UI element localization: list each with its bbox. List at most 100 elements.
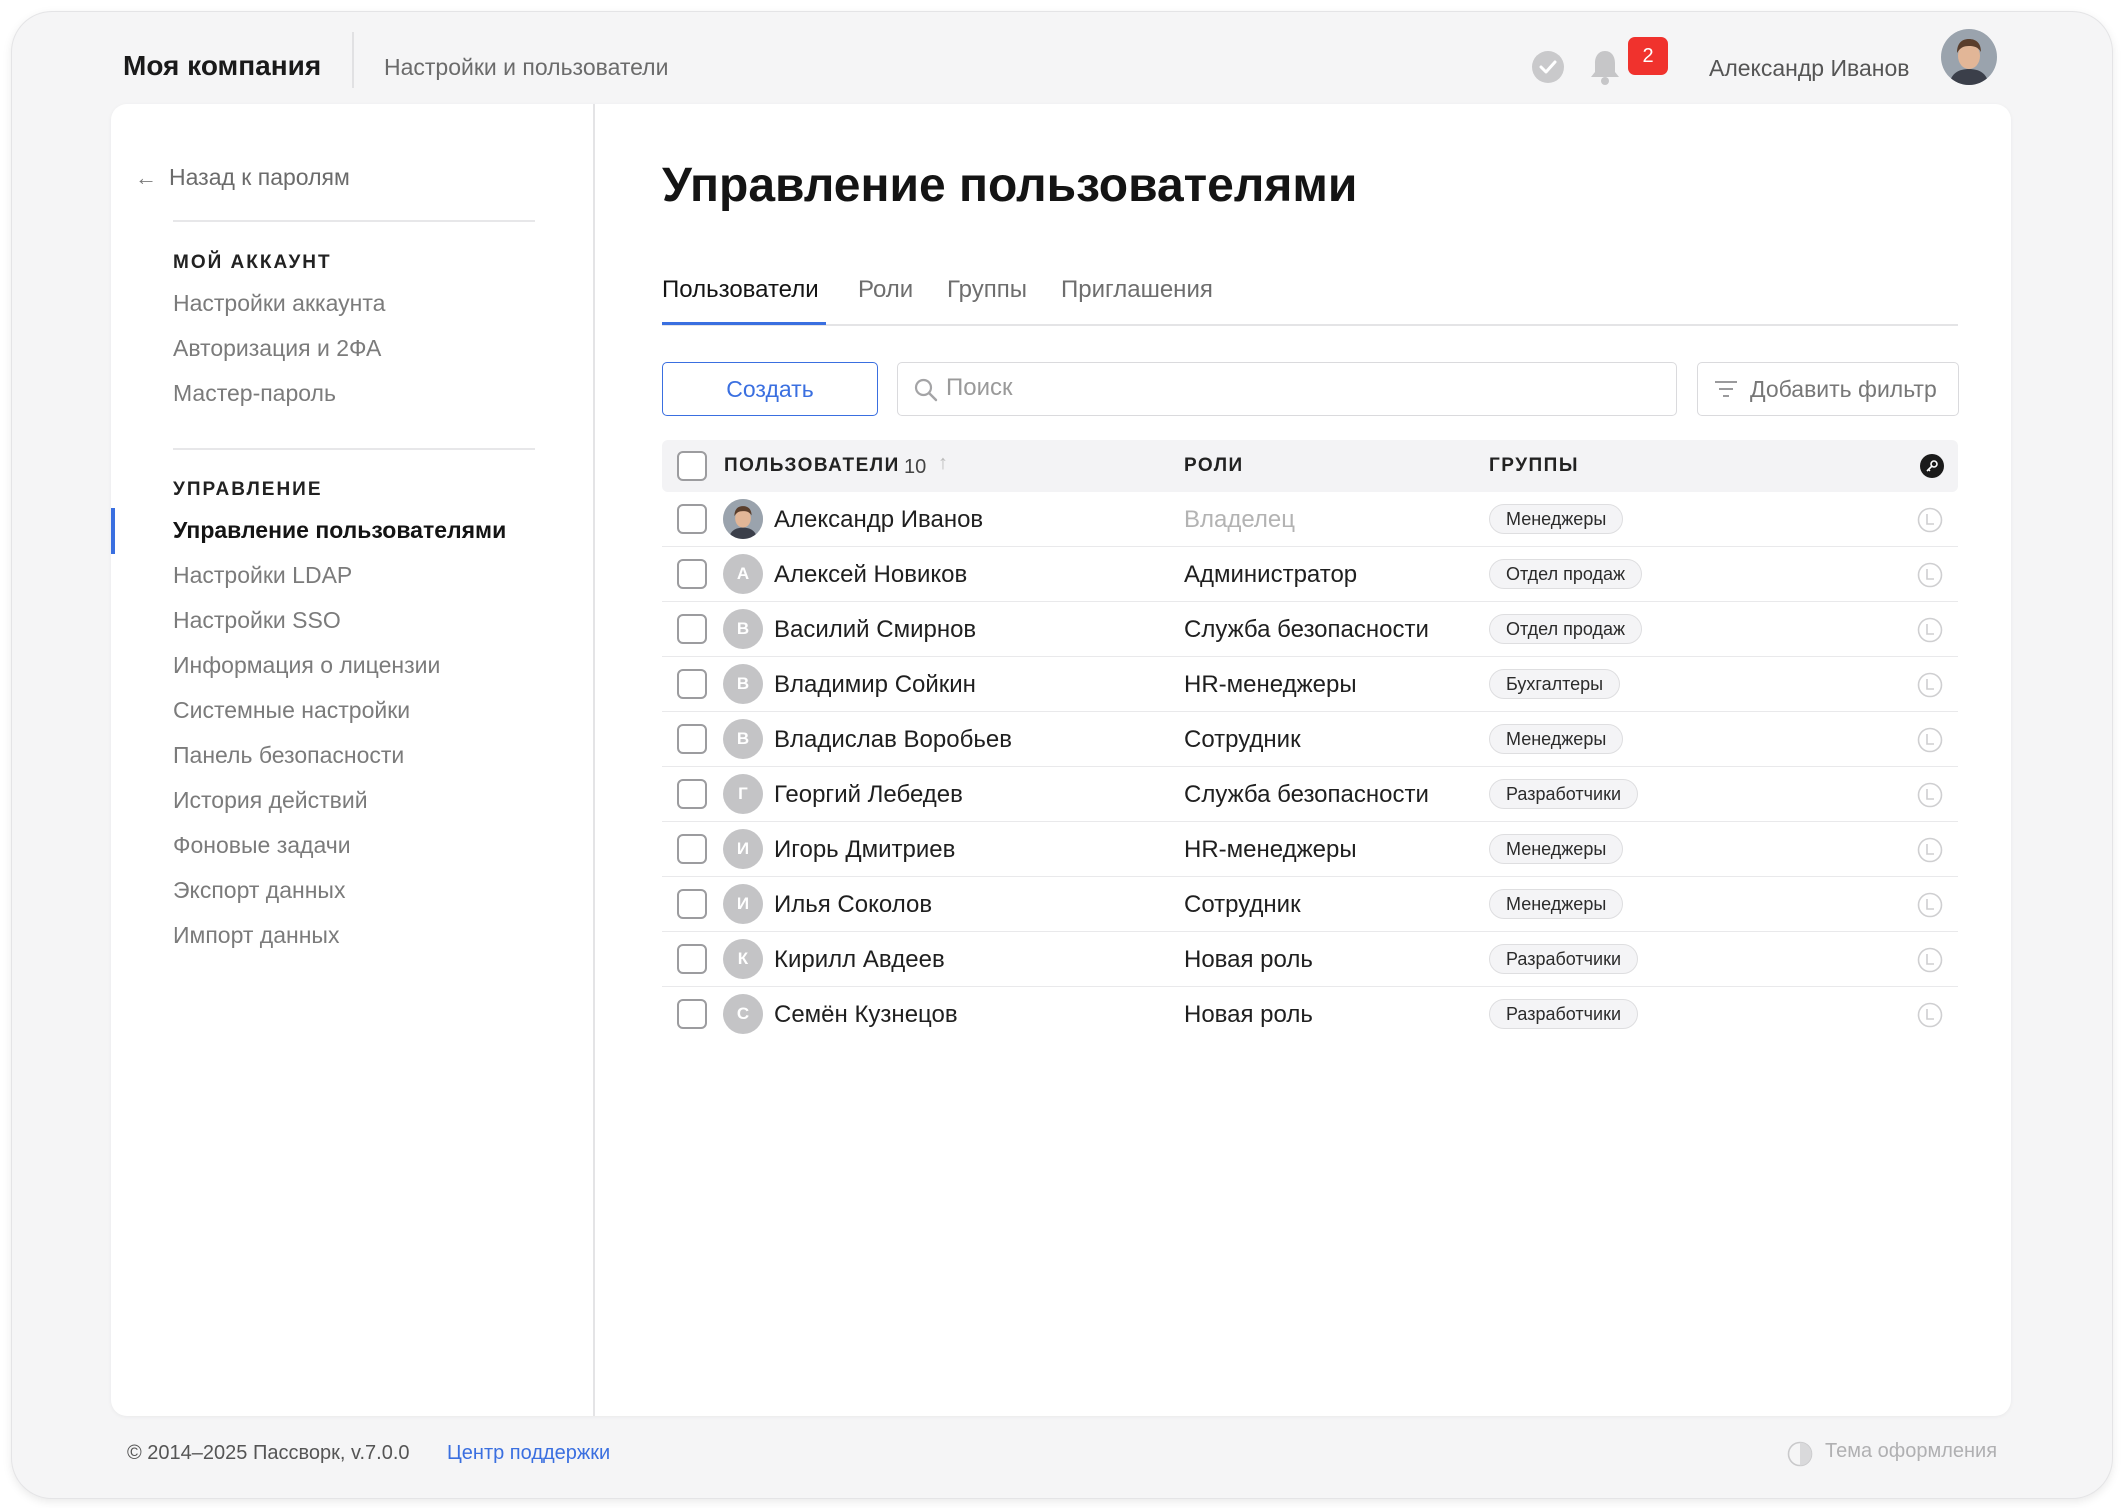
clock-icon[interactable]: [1917, 892, 1943, 918]
user-name[interactable]: Василий Смирнов: [774, 616, 976, 644]
clock-icon[interactable]: [1917, 782, 1943, 808]
row-checkbox[interactable]: [677, 834, 707, 864]
clock-icon[interactable]: [1917, 837, 1943, 863]
app-window: Моя компания Настройки и пользователи 2 …: [12, 12, 2112, 1498]
user-role: Сотрудник: [1184, 891, 1301, 918]
sidebar-item-license[interactable]: Информация о лицензии: [173, 652, 440, 679]
user-name[interactable]: Кирилл Авдеев: [774, 946, 945, 974]
footer-copyright: © 2014–2025 Пассворк, v.7.0.0: [127, 1442, 410, 1464]
row-checkbox[interactable]: [677, 999, 707, 1029]
clock-icon[interactable]: [1917, 507, 1943, 533]
user-name[interactable]: Владислав Воробьев: [774, 726, 1012, 754]
user-role: Новая роль: [1184, 946, 1313, 973]
avatar: В: [723, 609, 763, 649]
table-row[interactable]: И Илья Соколов Сотрудник Менеджеры: [662, 877, 1958, 932]
table-row[interactable]: К Кирилл Авдеев Новая роль Разработчики: [662, 932, 1958, 987]
group-badge: Менеджеры: [1489, 504, 1624, 534]
tabs: Пользователи Роли Группы Приглашения: [662, 270, 1958, 326]
table-row[interactable]: С Семён Кузнецов Новая роль Разработчики: [662, 987, 1958, 1042]
breadcrumb: Настройки и пользователи: [384, 54, 669, 80]
user-name[interactable]: Илья Соколов: [774, 891, 932, 919]
sidebar-item-data-export[interactable]: Экспорт данных: [173, 877, 345, 904]
tab-roles[interactable]: Роли: [858, 276, 913, 304]
table-row[interactable]: А Алексей Новиков Администратор Отдел пр…: [662, 547, 1958, 602]
back-link[interactable]: ← Назад к паролям: [135, 164, 350, 191]
row-checkbox[interactable]: [677, 669, 707, 699]
sidebar-item-auth-2fa[interactable]: Авторизация и 2ФА: [173, 335, 381, 362]
sidebar-item-ldap[interactable]: Настройки LDAP: [173, 562, 352, 589]
support-link[interactable]: Центр поддержки: [447, 1442, 610, 1465]
sidebar-item-sso[interactable]: Настройки SSO: [173, 607, 341, 634]
table-row[interactable]: Александр Иванов Владелец Менеджеры: [662, 492, 1958, 547]
company-name[interactable]: Моя компания: [123, 50, 321, 82]
sidebar-item-security-panel[interactable]: Панель безопасности: [173, 742, 404, 769]
sidebar-item-system-settings[interactable]: Системные настройки: [173, 697, 410, 724]
user-name[interactable]: Александр Иванов: [1709, 55, 1909, 82]
clock-icon[interactable]: [1917, 1002, 1943, 1028]
add-filter-label: Добавить фильтр: [1750, 376, 1937, 402]
group-badge: Разработчики: [1489, 944, 1639, 974]
create-button[interactable]: Создать: [662, 362, 878, 416]
page-title: Управление пользователями: [662, 159, 1358, 212]
clock-icon[interactable]: [1917, 672, 1943, 698]
group-badge: Разработчики: [1489, 999, 1639, 1029]
sort-arrow-icon[interactable]: ↑: [938, 452, 948, 475]
tab-underline: [662, 322, 826, 325]
row-checkbox[interactable]: [677, 889, 707, 919]
user-name[interactable]: Семён Кузнецов: [774, 1001, 958, 1029]
table-row[interactable]: Г Георгий Лебедев Служба безопасности Ра…: [662, 767, 1958, 822]
row-checkbox[interactable]: [677, 779, 707, 809]
add-filter-button[interactable]: Добавить фильтр: [1697, 362, 1959, 416]
sidebar-divider: [173, 448, 535, 450]
user-name[interactable]: Георгий Лебедев: [774, 781, 963, 809]
search-input[interactable]: [946, 363, 1646, 413]
user-name[interactable]: Игорь Дмитриев: [774, 836, 955, 864]
user-role: Служба безопасности: [1184, 781, 1429, 808]
clock-icon[interactable]: [1917, 727, 1943, 753]
row-checkbox[interactable]: [677, 614, 707, 644]
user-name[interactable]: Александр Иванов: [774, 506, 983, 534]
user-name[interactable]: Владимир Сойкин: [774, 671, 976, 699]
sidebar-item-account-settings[interactable]: Настройки аккаунта: [173, 290, 385, 317]
table-row[interactable]: И Игорь Дмитриев HR-менеджеры Менеджеры: [662, 822, 1958, 877]
table-row[interactable]: В Владимир Сойкин HR-менеджеры Бухгалтер…: [662, 657, 1958, 712]
user-name[interactable]: Алексей Новиков: [774, 561, 967, 589]
key-icon[interactable]: [1920, 454, 1944, 478]
table-row[interactable]: В Василий Смирнов Служба безопасности От…: [662, 602, 1958, 657]
theme-label: Тема оформления: [1825, 1440, 1998, 1462]
tab-invitations[interactable]: Приглашения: [1061, 276, 1213, 304]
theme-contrast-icon: [1787, 1441, 1813, 1467]
row-checkbox[interactable]: [677, 724, 707, 754]
group-badge: Менеджеры: [1489, 889, 1624, 919]
clock-icon[interactable]: [1917, 617, 1943, 643]
column-header-users[interactable]: ПОЛЬЗОВАТЕЛИ: [724, 455, 900, 477]
avatar[interactable]: [1941, 29, 1997, 85]
bell-icon[interactable]: [1588, 48, 1622, 86]
row-checkbox[interactable]: [677, 944, 707, 974]
group-badge: Менеджеры: [1489, 834, 1624, 864]
sidebar-item-user-management[interactable]: Управление пользователями: [173, 517, 506, 544]
sidebar-item-master-password[interactable]: Мастер-пароль: [173, 380, 336, 407]
table-row[interactable]: В Владислав Воробьев Сотрудник Менеджеры: [662, 712, 1958, 767]
clock-icon[interactable]: [1917, 562, 1943, 588]
filter-icon: [1715, 381, 1737, 397]
select-all-checkbox[interactable]: [677, 451, 707, 481]
group-badge: Бухгалтеры: [1489, 669, 1621, 699]
main-content: Управление пользователями Пользователи Р…: [597, 104, 2011, 1416]
row-checkbox[interactable]: [677, 504, 707, 534]
clock-icon[interactable]: [1917, 947, 1943, 973]
notification-badge[interactable]: 2: [1628, 37, 1668, 75]
sidebar-item-activity-history[interactable]: История действий: [173, 787, 368, 814]
tab-groups[interactable]: Группы: [947, 276, 1027, 304]
user-role: Владелец: [1184, 506, 1296, 533]
sidebar-item-background-tasks[interactable]: Фоновые задачи: [173, 832, 351, 859]
status-check-icon[interactable]: [1532, 51, 1564, 83]
row-checkbox[interactable]: [677, 559, 707, 589]
search-box: [897, 362, 1677, 416]
sidebar-item-data-import[interactable]: Импорт данных: [173, 922, 339, 949]
group-badge: Разработчики: [1489, 779, 1639, 809]
active-indicator: [111, 508, 115, 554]
search-icon: [914, 378, 938, 402]
table-header: ПОЛЬЗОВАТЕЛИ 10 ↑ РОЛИ ГРУППЫ: [662, 440, 1958, 492]
tab-users[interactable]: Пользователи: [662, 276, 819, 304]
